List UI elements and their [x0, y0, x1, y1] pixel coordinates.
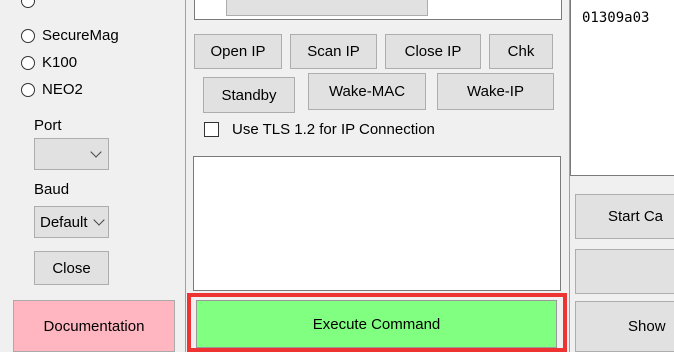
- wake-mac-button[interactable]: Wake-MAC: [308, 73, 426, 110]
- left-panel: SecureMag K100 NEO2 Port Baud Default Cl…: [0, 0, 185, 352]
- chk-button[interactable]: Chk: [489, 34, 553, 69]
- port-dropdown[interactable]: [34, 138, 109, 170]
- chevron-down-icon: [92, 214, 105, 226]
- radio-securemag[interactable]: [21, 29, 35, 43]
- tls-checkbox-label: Use TLS 1.2 for IP Connection: [232, 121, 435, 138]
- radio-securemag-label: SecureMag: [42, 27, 119, 44]
- middle-panel: Open IP Scan IP Close IP Chk Standby Wak…: [186, 0, 569, 352]
- radio-neo2[interactable]: [21, 83, 35, 97]
- execute-command-button[interactable]: Execute Command: [196, 300, 557, 348]
- radio-k100-label: K100: [42, 54, 78, 71]
- chevron-down-icon: [90, 146, 102, 158]
- close-button[interactable]: Close: [34, 251, 109, 285]
- blank-right-button[interactable]: [575, 249, 674, 294]
- scan-ip-button[interactable]: Scan IP: [290, 34, 377, 69]
- wake-ip-button[interactable]: Wake-IP: [437, 73, 554, 110]
- output-textbox[interactable]: [193, 156, 561, 291]
- right-panel: 01309a03 Start Ca Show: [570, 0, 674, 352]
- start-capture-button[interactable]: Start Ca: [575, 194, 674, 239]
- tls-checkbox[interactable]: [204, 122, 219, 137]
- show-button[interactable]: Show: [575, 301, 674, 352]
- radio-partial-top[interactable]: [21, 0, 35, 8]
- radio-neo2-label: NEO2: [42, 81, 83, 98]
- baud-value: Default: [40, 214, 88, 231]
- hex-output-box[interactable]: 01309a03: [570, 0, 674, 176]
- close-ip-button[interactable]: Close IP: [385, 34, 481, 69]
- port-label: Port: [34, 117, 62, 134]
- hex-text: 01309a03: [582, 10, 650, 26]
- documentation-button[interactable]: Documentation: [13, 300, 175, 352]
- baud-dropdown[interactable]: Default: [34, 206, 109, 238]
- baud-label: Baud: [34, 181, 70, 198]
- open-ip-button[interactable]: Open IP: [194, 34, 282, 69]
- top-strip-button[interactable]: [226, 0, 428, 16]
- standby-button[interactable]: Standby: [203, 77, 295, 113]
- radio-k100[interactable]: [21, 56, 35, 70]
